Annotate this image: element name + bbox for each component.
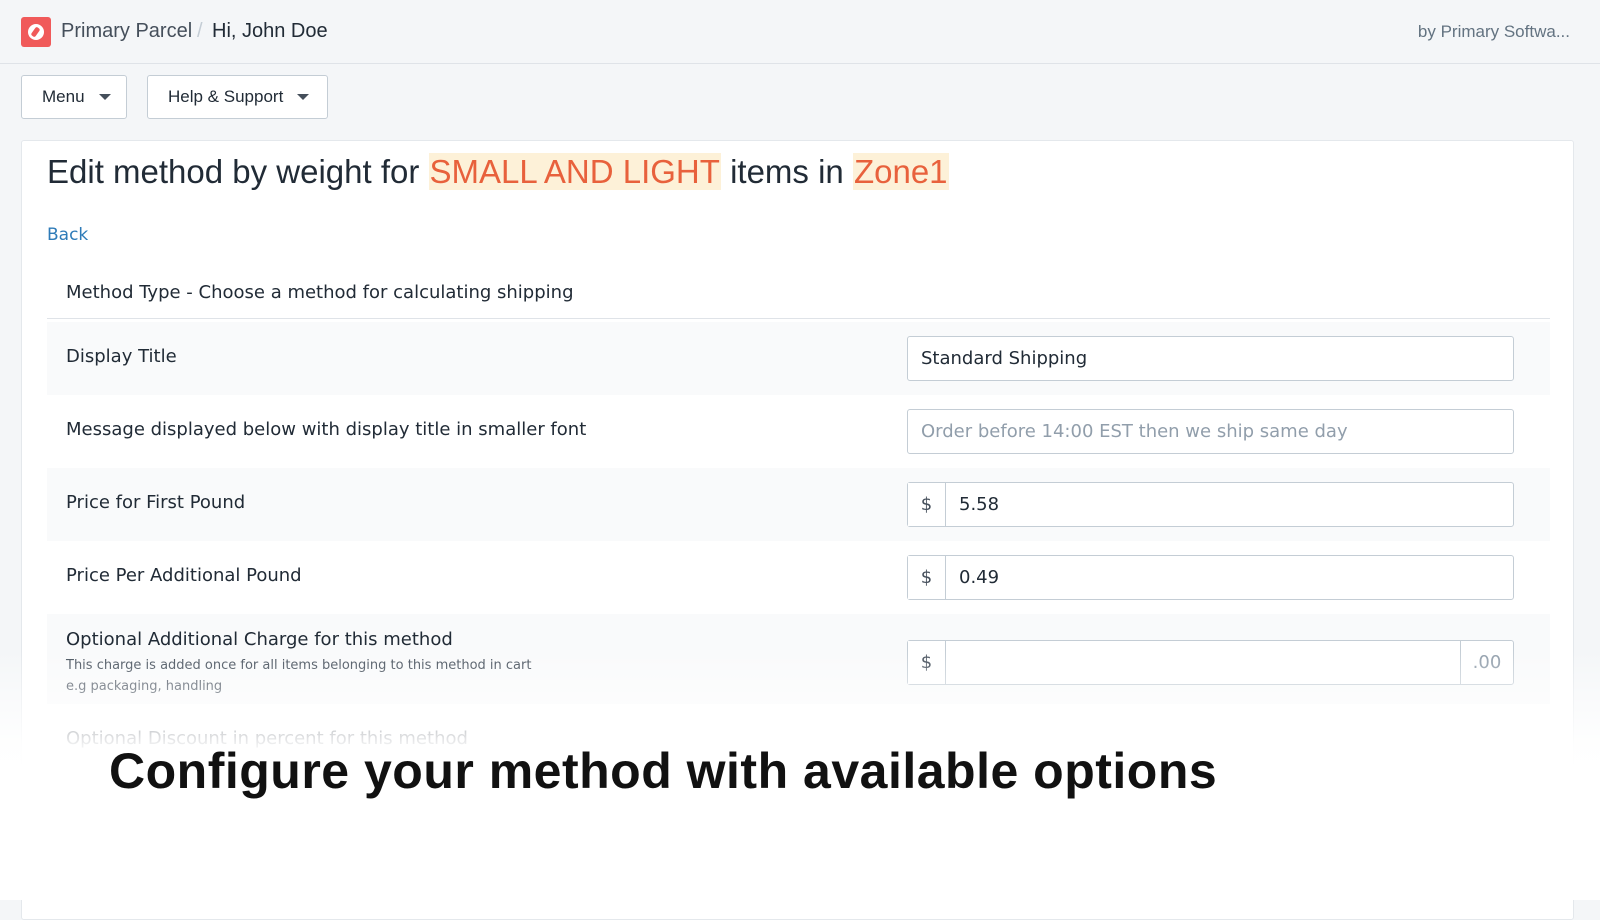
- vendor-label[interactable]: by Primary Softwa...: [1418, 22, 1570, 42]
- first-pound-label: Price for First Pound: [66, 492, 246, 513]
- video-caption: Configure your method with available opt…: [109, 743, 1218, 799]
- additional-charge-help-1: This charge is added once for all items …: [66, 658, 532, 673]
- first-pound-row: Price for First Pound $: [47, 468, 1550, 541]
- message-row: Message displayed below with display tit…: [47, 395, 1550, 468]
- first-pound-field-wrapper: $: [907, 482, 1514, 527]
- page-title-middle: items in: [720, 153, 853, 190]
- message-label: Message displayed below with display tit…: [66, 419, 587, 440]
- additional-pound-price-input[interactable]: [946, 556, 1513, 599]
- menu-button[interactable]: Menu: [21, 75, 127, 119]
- page-title-prefix: Edit method by weight for: [47, 153, 429, 190]
- chevron-down-icon: [98, 94, 111, 100]
- display-title-label: Display Title: [66, 346, 177, 367]
- display-title-input[interactable]: [908, 337, 1513, 380]
- additional-charge-field-wrapper: $ .00: [907, 640, 1514, 685]
- menu-button-label: Menu: [42, 87, 85, 106]
- additional-charge-input[interactable]: [946, 641, 1460, 684]
- help-support-button-label: Help & Support: [168, 87, 284, 106]
- zone-highlight: Zone1: [852, 153, 949, 190]
- additional-charge-help-2: e.g packaging, handling: [66, 679, 223, 694]
- logo-mark: [28, 24, 44, 40]
- additional-charge-label: Optional Additional Charge for this meth…: [66, 629, 453, 650]
- dollar-icon: $: [908, 483, 946, 526]
- display-title-field-wrapper: [907, 336, 1514, 381]
- help-support-button[interactable]: Help & Support: [147, 75, 328, 119]
- additional-pound-row: Price Per Additional Pound $: [47, 541, 1550, 614]
- app-logo-icon[interactable]: [21, 17, 51, 47]
- user-greeting: Hi, John Doe: [212, 20, 328, 42]
- category-highlight: SMALL AND LIGHT: [428, 153, 721, 190]
- message-field-wrapper: [907, 409, 1514, 454]
- edit-method-card: Edit method by weight for SMALL AND LIGH…: [21, 140, 1574, 920]
- decimal-suffix: .00: [1460, 641, 1513, 684]
- breadcrumb-separator: /: [197, 20, 203, 42]
- first-pound-price-input[interactable]: [946, 483, 1513, 526]
- back-link[interactable]: Back: [47, 225, 88, 245]
- app-name[interactable]: Primary Parcel: [61, 20, 192, 43]
- top-bar: Primary Parcel / Hi, John Doe by Primary…: [0, 0, 1600, 64]
- message-input[interactable]: [908, 410, 1513, 453]
- dollar-icon: $: [908, 641, 946, 684]
- method-type-heading: Method Type - Choose a method for calcul…: [66, 282, 574, 303]
- dollar-icon: $: [908, 556, 946, 599]
- method-type-section[interactable]: Method Type - Choose a method for calcul…: [47, 267, 1550, 319]
- display-title-row: Display Title: [47, 322, 1550, 395]
- additional-pound-label: Price Per Additional Pound: [66, 565, 302, 586]
- page-title: Edit method by weight for SMALL AND LIGH…: [47, 153, 949, 191]
- chevron-down-icon: [297, 94, 310, 100]
- additional-charge-row: Optional Additional Charge for this meth…: [47, 614, 1550, 704]
- additional-pound-field-wrapper: $: [907, 555, 1514, 600]
